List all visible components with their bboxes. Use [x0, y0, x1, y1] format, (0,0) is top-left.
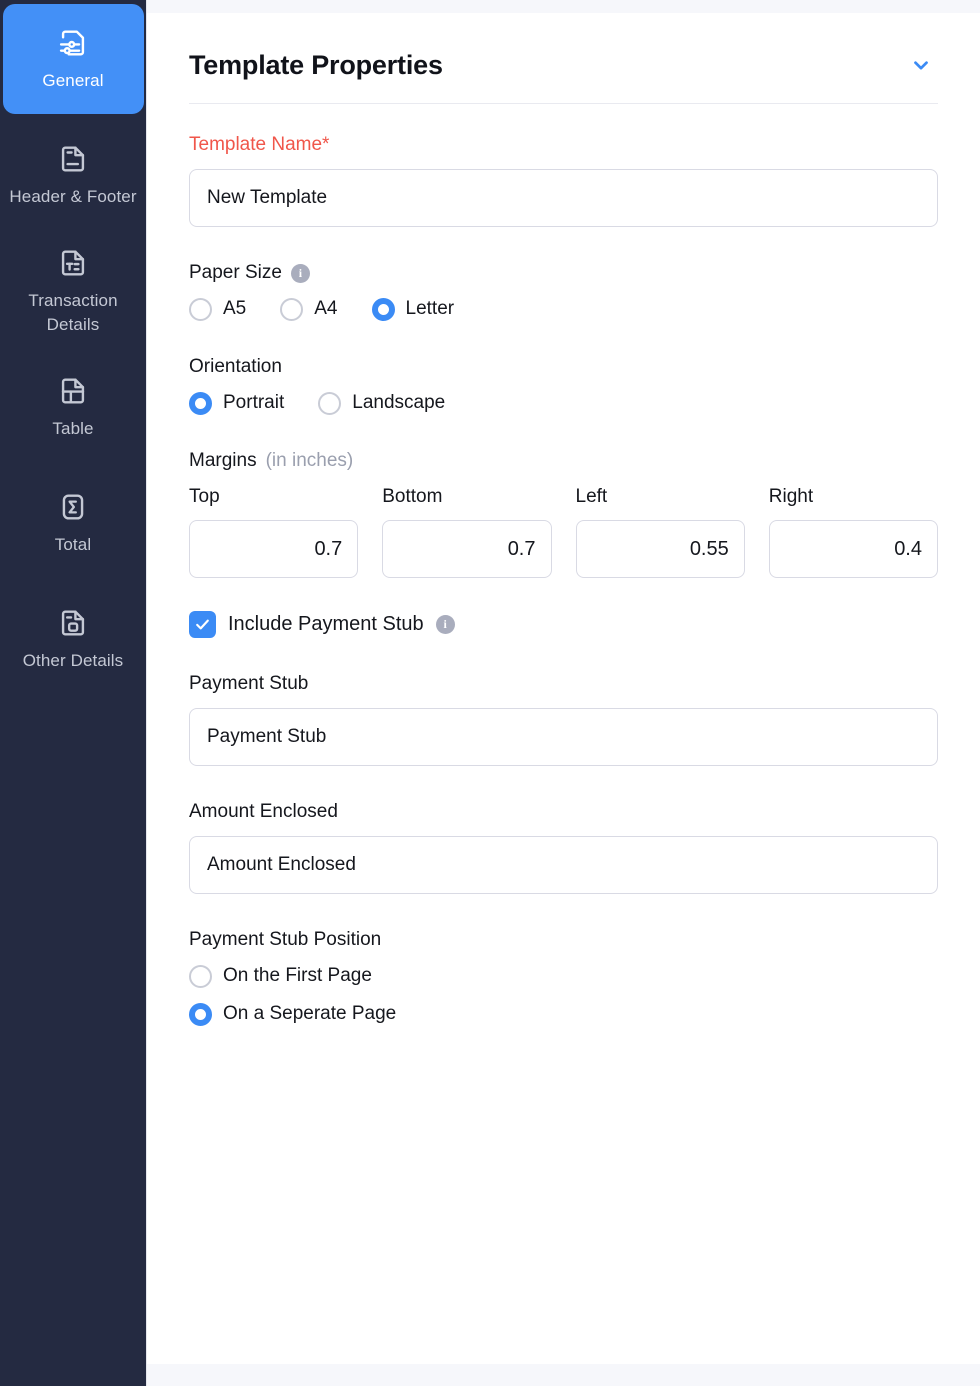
sidebar-item-header-footer[interactable]: Header & Footer	[3, 120, 144, 230]
orientation-option-portrait[interactable]: Portrait	[189, 391, 284, 415]
paper-size-option-label: A5	[223, 298, 247, 319]
margins-field-group: Margins (in inches) Top Bottom Left	[189, 448, 938, 578]
template-properties-panel: Template Properties Template Name* Paper…	[147, 13, 980, 1364]
page-title: Template Properties	[189, 49, 443, 80]
include-payment-stub-row[interactable]: Include Payment Stub i	[189, 611, 938, 638]
margin-top-cell: Top	[189, 485, 359, 578]
margins-inputs-row: Top Bottom Left Right	[189, 485, 938, 578]
info-icon[interactable]: i	[290, 263, 310, 283]
sidebar-item-label: Total	[54, 534, 92, 554]
margins-unit-label: (in inches)	[265, 450, 354, 471]
sidebar-item-label: Other Details	[22, 650, 124, 670]
sidebar-item-general[interactable]: General	[2, 4, 144, 114]
payment-stub-label: Payment Stub	[189, 673, 309, 694]
document-lines-icon	[56, 142, 90, 176]
radio-circle[interactable]	[189, 964, 212, 988]
paper-size-field-group: Paper Size i A5 A4 Letter	[189, 260, 938, 321]
template-name-field-group: Template Name*	[189, 132, 938, 227]
payment-stub-position-option-first-page[interactable]: On the First Page	[189, 964, 938, 988]
margin-top-input[interactable]	[189, 520, 359, 578]
payment-stub-position-label: Payment Stub Position	[189, 929, 382, 950]
sidebar: General Header & Footer Transaction Deta…	[0, 0, 147, 1386]
sidebar-item-other-details[interactable]: Other Details	[3, 584, 144, 694]
check-icon	[196, 619, 209, 630]
paper-size-radio-group: A5 A4 Letter	[189, 297, 938, 321]
document-settings-icon	[56, 26, 90, 60]
payment-stub-position-option-label: On a Seperate Page	[223, 1003, 397, 1024]
margin-bottom-input[interactable]	[382, 520, 552, 578]
margins-label: Margins (in inches)	[189, 448, 938, 474]
amount-enclosed-label: Amount Enclosed	[189, 801, 338, 822]
panel-header: Template Properties	[189, 13, 938, 103]
sidebar-item-label: Table	[52, 418, 94, 438]
amount-enclosed-field-group: Amount Enclosed	[189, 799, 938, 894]
sidebar-item-total[interactable]: Total	[3, 468, 144, 578]
payment-stub-position-radio-group: On the First Page On a Seperate Page	[189, 964, 938, 1026]
document-square-icon	[56, 606, 90, 640]
payment-stub-input[interactable]	[189, 708, 938, 766]
payment-stub-position-option-label: On the First Page	[223, 965, 372, 986]
radio-circle-selected[interactable]	[189, 391, 212, 415]
margin-bottom-cell: Bottom	[382, 485, 552, 578]
payment-stub-position-field-group: Payment Stub Position On the First Page …	[189, 927, 938, 1026]
document-table-icon	[56, 374, 90, 408]
paper-size-option-letter[interactable]: Letter	[371, 297, 455, 321]
radio-circle[interactable]	[280, 297, 304, 321]
paper-size-label: Paper Size i	[189, 260, 938, 286]
template-name-label: Template Name*	[189, 134, 330, 155]
margins-label-text: Margins	[189, 450, 257, 471]
payment-stub-position-option-separate-page[interactable]: On a Seperate Page	[189, 1002, 938, 1026]
template-name-input[interactable]	[189, 169, 938, 227]
document-sigma-icon	[56, 490, 90, 524]
orientation-option-label: Landscape	[352, 392, 446, 413]
bottom-spacer-bar	[147, 1364, 980, 1386]
orientation-radio-group: Portrait Landscape	[189, 391, 938, 415]
margin-right-cell: Right	[768, 485, 938, 578]
template-editor-window: General Header & Footer Transaction Deta…	[0, 0, 980, 1386]
sidebar-item-label: Transaction Details	[28, 290, 118, 334]
sidebar-item-table[interactable]: Table	[3, 352, 144, 462]
paper-size-option-label: Letter	[405, 298, 455, 319]
orientation-label: Orientation	[189, 356, 282, 377]
margin-right-input[interactable]	[768, 520, 938, 578]
margin-bottom-label: Bottom	[382, 486, 443, 507]
include-payment-stub-label: Include Payment Stub	[228, 613, 424, 635]
document-text-icon	[56, 246, 90, 280]
radio-circle-selected[interactable]	[189, 1002, 212, 1026]
chevron-down-icon[interactable]	[904, 48, 938, 82]
radio-circle-selected[interactable]	[371, 297, 395, 321]
payment-stub-field-group: Payment Stub	[189, 671, 938, 766]
radio-circle[interactable]	[189, 297, 212, 321]
radio-circle[interactable]	[318, 391, 342, 415]
header-divider	[189, 103, 938, 104]
margin-right-label: Right	[768, 486, 814, 507]
include-payment-stub-checkbox[interactable]	[189, 611, 216, 638]
margin-left-cell: Left	[575, 485, 745, 578]
top-spacer-bar	[147, 0, 980, 13]
info-icon[interactable]: i	[435, 615, 455, 634]
sidebar-item-label: Header & Footer	[9, 186, 137, 206]
paper-size-option-a4[interactable]: A4	[280, 297, 338, 321]
orientation-option-label: Portrait	[223, 392, 285, 413]
sidebar-item-transaction-details[interactable]: Transaction Details	[3, 236, 144, 346]
paper-size-label-text: Paper Size	[189, 262, 282, 283]
paper-size-option-a5[interactable]: A5	[189, 297, 246, 321]
orientation-field-group: Orientation Portrait Landscape	[189, 354, 938, 415]
margin-left-label: Left	[575, 486, 608, 507]
amount-enclosed-input[interactable]	[189, 836, 938, 894]
orientation-option-landscape[interactable]: Landscape	[318, 391, 445, 415]
paper-size-option-label: A4	[314, 298, 338, 319]
margin-left-input[interactable]	[575, 520, 745, 578]
sidebar-item-label: General	[42, 70, 104, 90]
main-area: Template Properties Template Name* Paper…	[147, 0, 980, 1386]
margin-top-label: Top	[189, 486, 220, 507]
